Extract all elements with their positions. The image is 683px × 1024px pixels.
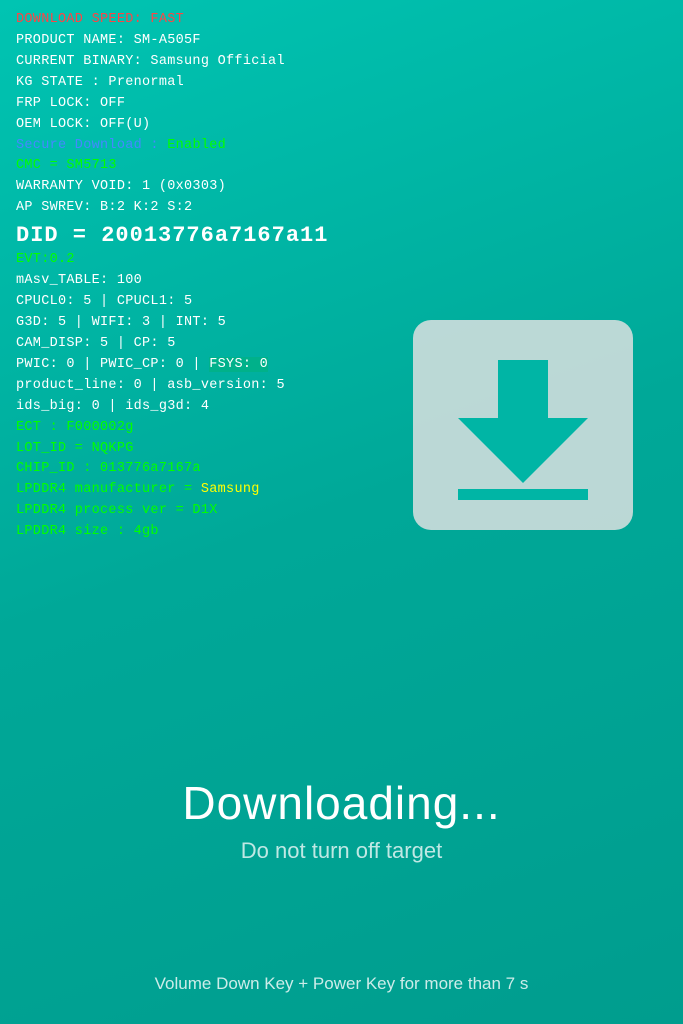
- arrow-head: [458, 418, 588, 483]
- secure-download-line: Secure Download : Enabled: [16, 136, 667, 157]
- evt-line: EVT:0.2: [16, 250, 667, 271]
- kg-state-line: KG STATE : Prenormal: [16, 73, 667, 94]
- arrow-base: [458, 489, 588, 500]
- cpucl-line: CPUCL0: 5 | CPUCL1: 5: [16, 292, 667, 313]
- download-icon-container: [413, 320, 633, 530]
- current-binary-line: CURRENT BINARY: Samsung Official: [16, 52, 667, 73]
- warranty-line: WARRANTY VOID: 1 (0x0303): [16, 177, 667, 198]
- download-speed-line: DOWNLOAD SPEED: FAST: [16, 10, 667, 31]
- downloading-subtitle: Do not turn off target: [0, 838, 683, 864]
- arrow-shaft: [498, 360, 548, 418]
- frp-lock-line: FRP LOCK: OFF: [16, 94, 667, 115]
- product-name-line: PRODUCT NAME: SM-A505F: [16, 31, 667, 52]
- masv-line: mAsv_TABLE: 100: [16, 271, 667, 292]
- oem-lock-line: OEM LOCK: OFF(U): [16, 115, 667, 136]
- downloading-title: Downloading...: [0, 776, 683, 830]
- ap-swrev-line: AP SWREV: B:2 K:2 S:2: [16, 198, 667, 219]
- did-line: DID = 20013776a7167a11: [16, 223, 667, 248]
- download-arrow-icon: [458, 350, 588, 500]
- bottom-instruction: Volume Down Key + Power Key for more tha…: [0, 974, 683, 994]
- downloading-section: Downloading... Do not turn off target: [0, 776, 683, 864]
- samsung-download-screen: DOWNLOAD SPEED: FAST PRODUCT NAME: SM-A5…: [0, 0, 683, 1024]
- cmc-line: CMC = SM5713: [16, 156, 667, 177]
